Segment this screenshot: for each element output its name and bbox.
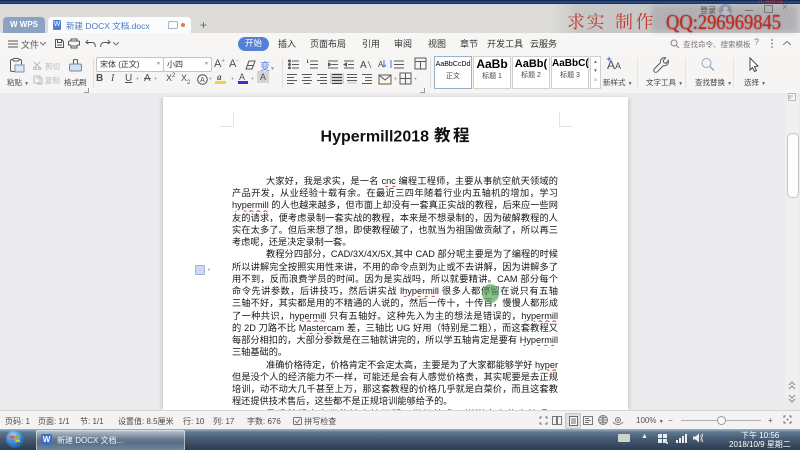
svg-text:A: A	[378, 60, 384, 69]
svg-text:A: A	[360, 60, 367, 69]
svg-text:A: A	[200, 77, 205, 84]
